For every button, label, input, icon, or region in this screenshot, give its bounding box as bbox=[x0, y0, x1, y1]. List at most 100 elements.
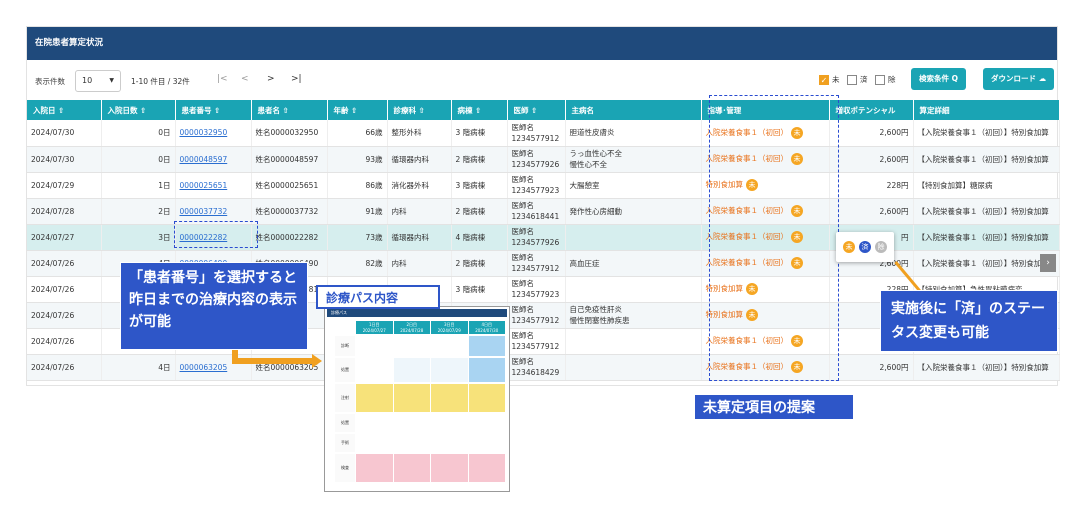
arrow-connector bbox=[232, 358, 312, 364]
status-badge[interactable]: 未 bbox=[746, 179, 758, 191]
cell-patient-id[interactable]: 0000048597 bbox=[175, 146, 252, 173]
cell-disease bbox=[565, 276, 702, 303]
first-page-button[interactable]: |< bbox=[217, 74, 228, 84]
status-badge[interactable]: 未 bbox=[791, 257, 803, 269]
cloud-download-icon: ☁ bbox=[1038, 74, 1047, 83]
col-ward[interactable]: 病棟 ⇧ bbox=[451, 100, 508, 120]
col-patient-id[interactable]: 患者番号 ⇧ bbox=[175, 100, 252, 120]
callout-patient-id: 「患者番号」を選択すると昨日までの治療内容の表示が可能 bbox=[120, 262, 308, 350]
cell-admission-date: 2024/07/27 bbox=[27, 224, 102, 251]
cell-doctor: 医師名 1234577912 bbox=[507, 250, 566, 277]
cell-days: 3日 bbox=[101, 224, 176, 251]
cell-management[interactable]: 入院栄養食事１（初回）未 bbox=[701, 328, 830, 355]
callout-unbilled: 未算定項目の提案 bbox=[694, 394, 854, 420]
cell-management[interactable]: 特別食加算未 bbox=[701, 276, 830, 303]
cell-management[interactable]: 入院栄養食事１（初回）未 bbox=[701, 354, 830, 381]
cell-doctor: 医師名 1234577912 bbox=[507, 302, 566, 329]
care-pathway-thumbnail: 診療パス 1日目 2024/07/27 2日目 2024/07/28 3日目 2… bbox=[324, 306, 510, 492]
display-count-label: 表示件数 bbox=[35, 77, 65, 86]
checkbox[interactable] bbox=[847, 74, 857, 85]
scroll-right-button[interactable]: › bbox=[1040, 254, 1056, 272]
last-page-button[interactable]: >| bbox=[291, 74, 302, 84]
col-age[interactable]: 年齢 ⇧ bbox=[327, 100, 388, 120]
cell-admission-date: 2024/07/26 bbox=[27, 250, 102, 277]
status-badge[interactable]: 未 bbox=[791, 153, 803, 165]
table-row[interactable]: 2024/07/30 0日 0000032950 姓名0000032950 66歳 整形外… bbox=[27, 120, 1060, 147]
col-disease: 主病名 bbox=[565, 100, 702, 120]
col-admission-date[interactable]: 入院日 ⇧ bbox=[27, 100, 102, 120]
search-conditions-button[interactable]: 検索条件 Q bbox=[911, 68, 966, 90]
table-row[interactable]: 2024/07/28 2日 0000037732 姓名0000037732 91歳 内科 2… bbox=[27, 198, 1060, 225]
table-row[interactable]: 2024/07/27 3日 0000022282 姓名0000022282 73歳 循環器… bbox=[27, 224, 1060, 251]
cell-patient-id[interactable]: 0000032950 bbox=[175, 120, 252, 147]
table-row[interactable]: 2024/07/30 0日 0000048597 姓名0000048597 93歳 循環器… bbox=[27, 146, 1060, 173]
pathway-row: 処置 bbox=[335, 358, 505, 382]
cell-department: 循環器内科 bbox=[387, 224, 452, 251]
status-unbilled-button[interactable]: 未 bbox=[843, 241, 855, 253]
table-row[interactable]: 2024/07/26 4日 0000063205 姓名0000063205 医師名 12… bbox=[27, 354, 1060, 381]
cell-ward: 3 階病棟 bbox=[451, 120, 508, 147]
cell-disease bbox=[565, 224, 702, 251]
cell-patient-id[interactable]: 0000037732 bbox=[175, 198, 252, 225]
prev-page-button[interactable]: < bbox=[241, 74, 249, 84]
cell-doctor: 医師名 1234618441 bbox=[507, 198, 566, 225]
cell-age: 66歳 bbox=[327, 120, 388, 147]
cell-doctor: 医師名 1234577923 bbox=[507, 172, 566, 199]
cell-patient-name: 姓名0000037732 bbox=[251, 198, 328, 225]
cell-disease: 高血圧症 bbox=[565, 250, 702, 277]
cell-detail: 【入院栄養食事１（初回）】特別食加算 bbox=[913, 354, 1060, 381]
filter-done[interactable]: 済 bbox=[847, 74, 868, 85]
cell-detail: 【特別食加算】糖尿病 bbox=[913, 172, 1060, 199]
cell-potential: 2,600円 bbox=[829, 146, 914, 173]
status-excluded-button[interactable]: 除 bbox=[875, 241, 887, 253]
cell-detail: 【入院栄養食事１（初回）】特別食加算 bbox=[913, 146, 1060, 173]
status-badge[interactable]: 未 bbox=[791, 126, 803, 139]
pathway-grid: 1日目 2024/07/27 2日目 2024/07/28 3日目 2024/0… bbox=[335, 321, 505, 484]
cell-doctor: 医師名 1234577926 bbox=[507, 224, 566, 251]
cell-days: 4日 bbox=[101, 354, 176, 381]
display-count-select[interactable]: 10 ▼ bbox=[75, 70, 121, 92]
filter-excluded[interactable]: 除 bbox=[875, 74, 896, 85]
cell-detail: 【入院栄養食事１（初回）】特別食加算 bbox=[913, 120, 1060, 147]
cell-admission-date: 2024/07/26 bbox=[27, 276, 102, 303]
cell-admission-date: 2024/07/26 bbox=[27, 328, 102, 355]
cell-admission-date: 2024/07/30 bbox=[27, 120, 102, 147]
cell-department: 内科 bbox=[387, 198, 452, 225]
cell-management[interactable]: 入院栄養食事１（初回）未 bbox=[701, 224, 830, 251]
cell-patient-id[interactable]: 0000025651 bbox=[175, 172, 252, 199]
col-patient-name[interactable]: 患者名 ⇧ bbox=[251, 100, 328, 120]
col-doctor[interactable]: 医師 ⇧ bbox=[507, 100, 566, 120]
cell-management[interactable]: 特別食加算未 bbox=[701, 172, 830, 199]
cell-disease bbox=[565, 354, 702, 381]
status-badge[interactable]: 未 bbox=[791, 231, 803, 243]
pathway-row: 処置 bbox=[335, 414, 505, 432]
status-badge[interactable]: 未 bbox=[791, 335, 803, 347]
cell-management[interactable]: 入院栄養食事１（初回）未 bbox=[701, 120, 830, 147]
callout-pathway: 診療パス内容 bbox=[316, 285, 440, 309]
next-page-button[interactable]: > bbox=[267, 74, 275, 84]
cell-management[interactable]: 入院栄養食事１（初回）未 bbox=[701, 250, 830, 277]
cell-days: 0日 bbox=[101, 146, 176, 173]
status-badge[interactable]: 未 bbox=[791, 205, 803, 217]
cell-management[interactable]: 特別食加算未 bbox=[701, 302, 830, 329]
cell-department: 消化器外科 bbox=[387, 172, 452, 199]
col-department[interactable]: 診療科 ⇧ bbox=[387, 100, 452, 120]
status-done-button[interactable]: 済 bbox=[859, 241, 871, 253]
checkbox-checked[interactable]: ✓ bbox=[819, 74, 829, 85]
status-badge[interactable]: 未 bbox=[746, 309, 758, 321]
filter-unbilled[interactable]: ✓ 未 bbox=[819, 74, 840, 85]
checkbox[interactable] bbox=[875, 74, 885, 85]
status-badge[interactable]: 未 bbox=[746, 283, 758, 295]
range-text: 1-10 件目 / 32件 bbox=[131, 77, 190, 86]
cell-management[interactable]: 入院栄養食事１（初回）未 bbox=[701, 198, 830, 225]
cell-potential: 2,600円 bbox=[829, 198, 914, 225]
cell-days: 2日 bbox=[101, 198, 176, 225]
download-button[interactable]: ダウンロード ☁ bbox=[983, 68, 1055, 90]
cell-management[interactable]: 入院栄養食事１（初回）未 bbox=[701, 146, 830, 173]
cell-potential: 2,600円 bbox=[829, 120, 914, 147]
table-row[interactable]: 2024/07/29 1日 0000025651 姓名0000025651 86歳 消化器… bbox=[27, 172, 1060, 199]
cell-age: 86歳 bbox=[327, 172, 388, 199]
col-days[interactable]: 入院日数 ⇧ bbox=[101, 100, 176, 120]
cell-patient-id[interactable]: 0000022282 bbox=[175, 224, 252, 251]
status-badge[interactable]: 未 bbox=[791, 361, 803, 373]
